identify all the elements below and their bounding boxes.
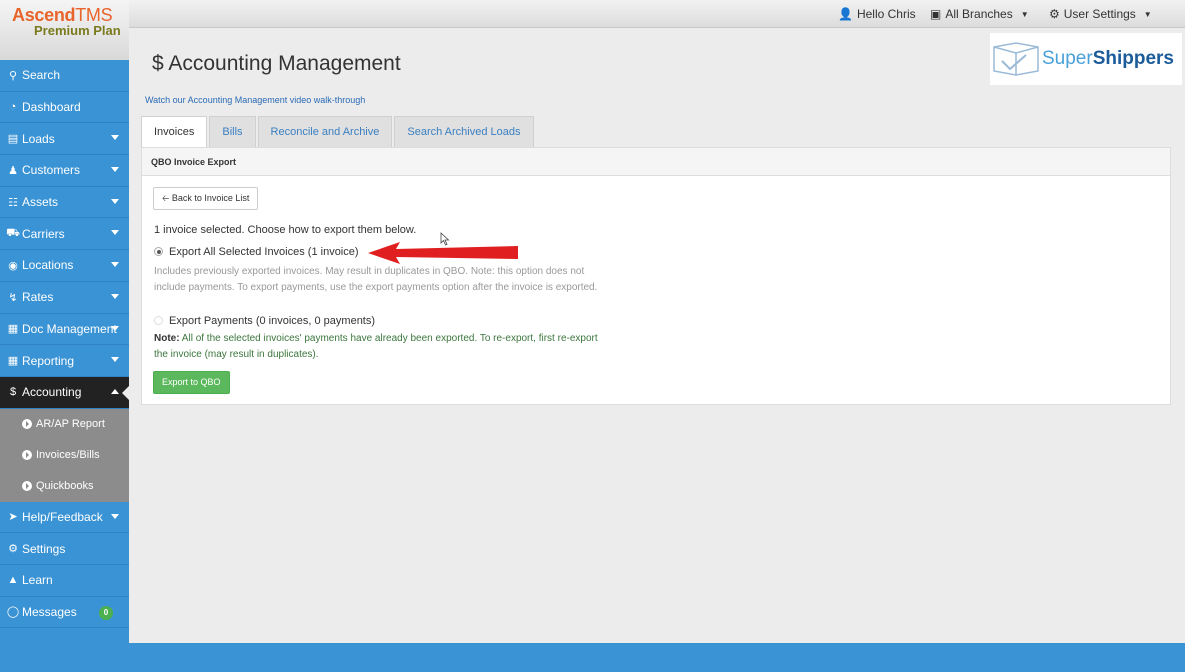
caret-down-icon [111,293,119,299]
caret-down-icon: ▼ [1020,9,1029,19]
list-icon: ▤ [7,133,19,146]
file-icon: ▦ [7,323,19,336]
gears-icon: ⚙ [8,543,18,556]
caret-down-icon [111,513,119,519]
user-settings-dropdown[interactable]: ⚙ User Settings ▼ [1049,7,1152,21]
sidebar-item-loads[interactable]: ▤ Loads [0,123,129,156]
users-icon: ♟ [8,164,18,177]
brand-logo[interactable]: AscendTMS Premium Plan [0,0,129,60]
sidebar-item-doc-management[interactable]: ▦ Doc Management [0,314,129,346]
caret-down-icon [111,325,119,331]
sitemap-icon: ▣ [930,7,942,21]
caret-down-icon [111,262,119,268]
chevron-circle-right-icon [22,419,32,430]
user-icon: 👤 [838,7,853,21]
bullhorn-icon: ➤ [8,511,18,524]
search-icon: ⚲ [8,69,18,82]
truck-icon: ⛟ [6,226,20,239]
tab-invoices[interactable]: Invoices [141,116,208,148]
export-invoices-option[interactable]: Export All Selected Invoices (1 invoice) [154,246,359,258]
chevron-circle-right-icon [22,481,32,492]
sidebar-item-carriers[interactable]: ⛟ Carriers [0,218,129,251]
caret-up-icon [111,388,119,394]
gear-icon: ⚙ [1049,7,1060,21]
sidebar-item-learn[interactable]: ▲ Learn [0,565,129,597]
sidebar-item-search[interactable]: ⚲ Search [0,60,129,92]
tab-bills[interactable]: Bills [209,116,256,148]
sidebar-item-locations[interactable]: ◉ Locations [0,250,129,282]
map-marker-icon: ◉ [8,259,18,272]
page-title: $ Accounting Management [152,52,401,75]
sidebar-item-messages[interactable]: ◯ Messages 0 [0,597,129,629]
export-payments-radio[interactable] [154,316,163,325]
back-to-invoice-list-button[interactable]: 🡠 Back to Invoice List [153,187,259,210]
tab-reconcile-and-archive[interactable]: Reconcile and Archive [257,116,393,148]
graduation-cap-icon: ▲ [7,574,19,587]
barcode-icon: ☷ [8,196,18,209]
sidebar-item-rates[interactable]: ↯ Rates [0,282,129,314]
chevron-circle-right-icon [22,450,32,461]
sidebar-item-assets[interactable]: ☷ Assets [0,187,129,219]
brand-suffix: TMS [75,5,113,25]
tab-bar: Invoices Bills Reconcile and Archive Sea… [141,116,534,148]
brand-name: Ascend [12,5,76,25]
sidebar-subitem-ar-ap-report[interactable]: AR/AP Report [0,408,129,440]
sidebar-item-dashboard[interactable]: ◔ Dashboard [0,92,129,124]
arrow-left-icon: 🡠 [162,193,170,203]
sidebar-item-help-feedback[interactable]: ➤ Help/Feedback [0,502,129,534]
footer [129,643,1185,672]
caret-down-icon [111,357,119,363]
dashboard-icon: ◔ [9,101,17,114]
mouse-cursor-icon [440,232,450,246]
messages-count-badge: 0 [99,605,113,620]
branches-dropdown[interactable]: ▣ All Branches ▼ [930,7,1029,21]
sidebar-subitem-quickbooks[interactable]: Quickbooks [0,470,129,502]
box-logo-icon [993,42,1039,76]
caret-down-icon: ▼ [1143,9,1152,19]
dollar-icon: $ [9,386,17,399]
selection-summary: 1 invoice selected. Choose how to export… [154,224,417,236]
main-content: $ Accounting Management Super Shippers Wa… [129,28,1185,643]
dollar-icon: $ [152,52,164,75]
sidebar-item-reporting[interactable]: ▦ Reporting [0,345,129,377]
user-greeting[interactable]: 👤 Hello Chris [838,7,916,21]
export-invoices-radio[interactable] [154,247,163,256]
sidebar: ⚲ Search ◔ Dashboard ▤ Loads ♟ Customers… [0,60,130,643]
plan-label: Premium Plan [34,23,121,38]
qbo-export-panel: QBO Invoice Export 🡠 Back to Invoice Lis… [141,147,1171,405]
tab-search-archived-loads[interactable]: Search Archived Loads [394,116,534,148]
export-payments-note: Note: All of the selected invoices' paym… [154,333,598,360]
caret-down-icon [111,230,119,236]
report-icon: ▦ [7,355,19,368]
export-invoices-help: Includes previously exported invoices. M… [154,266,598,293]
comment-icon: ◯ [6,606,20,619]
sidebar-item-customers[interactable]: ♟ Customers [0,155,129,187]
caret-down-icon [111,198,119,204]
sidebar-item-accounting[interactable]: $ Accounting [0,376,130,409]
export-payments-option[interactable]: Export Payments (0 invoices, 0 payments) [154,315,375,327]
caret-down-icon [111,167,119,173]
panel-heading: QBO Invoice Export [142,148,1170,176]
top-bar: 👤 Hello Chris ▣ All Branches ▼ ⚙ User Se… [0,0,1185,28]
sidebar-subitem-invoices-bills[interactable]: Invoices/Bills [0,439,129,471]
partner-logo: Super Shippers [990,33,1182,85]
caret-down-icon [111,135,119,141]
sidebar-item-settings[interactable]: ⚙ Settings [0,533,129,565]
bolt-icon: ↯ [8,291,18,304]
walkthrough-video-link[interactable]: Watch our Accounting Management video wa… [145,95,365,105]
export-to-qbo-button[interactable]: Export to QBO [153,371,230,394]
